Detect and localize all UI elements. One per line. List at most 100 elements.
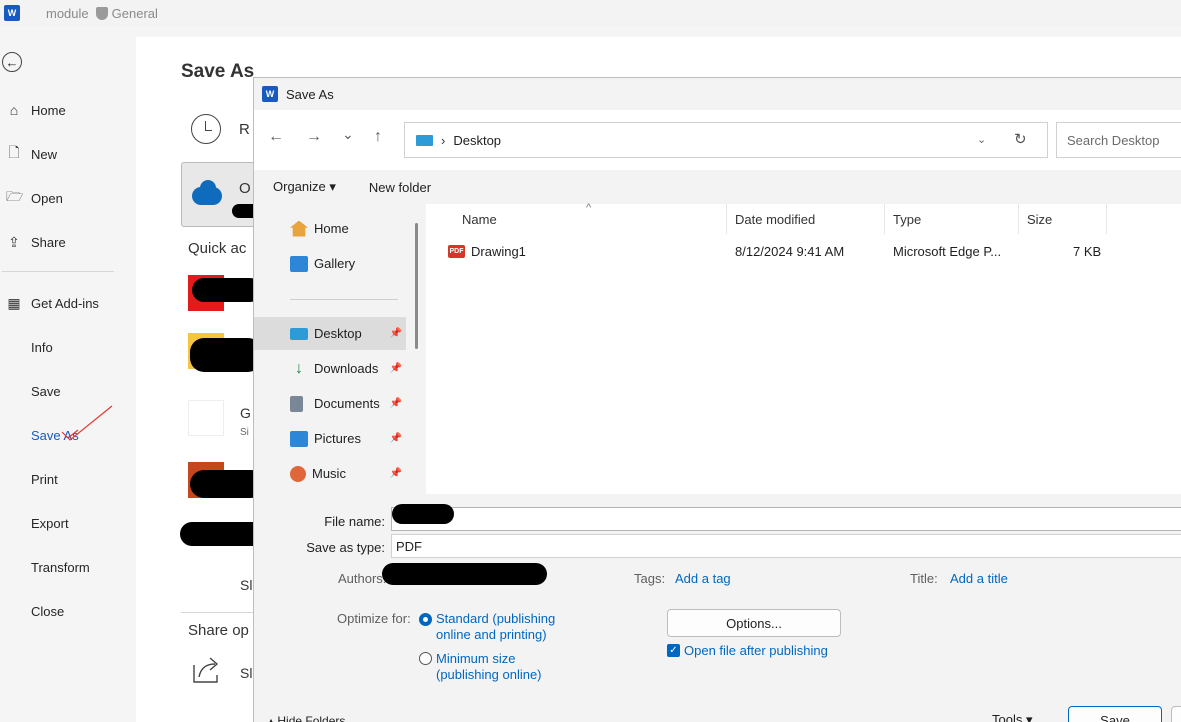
red-annotation-mark xyxy=(61,405,113,441)
nav-pane-item-downloads[interactable]: ↓ Downloads 📌 xyxy=(254,352,406,385)
back-arrow-icon[interactable]: ← xyxy=(268,128,284,146)
column-header-date-modified[interactable]: Date modified xyxy=(735,212,815,227)
nav-pane-item-desktop[interactable]: Desktop 📌 xyxy=(254,317,406,350)
pin-icon[interactable]: 📌 xyxy=(390,398,402,409)
file-list: ^ Name Date modified Type Size PDF Drawi… xyxy=(426,202,1181,494)
radio-minimum-size-label[interactable]: Minimum size (publishing online) xyxy=(436,651,566,683)
nav-item-home[interactable]: ⌂ Home xyxy=(0,96,136,124)
nav-pane-item-home[interactable]: Home xyxy=(254,212,406,245)
open-after-publishing-label[interactable]: Open file after publishing xyxy=(684,643,828,658)
save-button[interactable]: Save xyxy=(1068,706,1162,722)
nav-item-info[interactable]: Info xyxy=(0,333,136,361)
quick-access-item-3-label: G xyxy=(240,405,251,421)
nav-label: Info xyxy=(31,339,53,355)
nav-item-new[interactable]: 🗋 New xyxy=(0,140,136,168)
nav-label: Share xyxy=(31,234,66,250)
column-divider[interactable] xyxy=(884,204,885,234)
share-arrow-icon[interactable] xyxy=(191,655,221,685)
nav-item-print[interactable]: Print xyxy=(0,465,136,493)
tools-menu[interactable]: Tools ▾ xyxy=(992,712,1033,722)
nav-pane-scrollbar[interactable] xyxy=(415,223,418,349)
nav-label: Transform xyxy=(31,559,90,575)
radio-minimum-size[interactable] xyxy=(419,652,432,665)
nav-item-close[interactable]: Close xyxy=(0,597,136,625)
search-input[interactable]: Search Desktop xyxy=(1056,122,1181,158)
pin-icon[interactable]: 📌 xyxy=(390,468,402,479)
back-arrow-icon[interactable]: ← xyxy=(2,52,22,72)
nav-pane-item-gallery[interactable]: Gallery xyxy=(254,247,406,280)
quick-access-more-label[interactable]: Sl xyxy=(240,577,252,593)
word-logo-icon: W xyxy=(262,86,278,102)
recent-clock-icon[interactable] xyxy=(191,114,221,144)
onedrive-cloud-icon xyxy=(192,180,222,205)
file-name-input[interactable] xyxy=(391,507,1181,531)
nav-pane-item-music[interactable]: Music 📌 xyxy=(254,457,406,490)
quick-access-heading: Quick ac xyxy=(188,240,247,257)
nav-item-open[interactable]: 🗁 Open xyxy=(0,184,136,212)
radio-standard[interactable] xyxy=(419,613,432,626)
breadcrumb-desktop[interactable]: Desktop xyxy=(453,133,501,148)
pdf-icon: PDF xyxy=(448,245,465,258)
column-header-size[interactable]: Size xyxy=(1027,212,1052,227)
redaction-mark xyxy=(190,338,262,372)
redaction-mark xyxy=(192,278,262,302)
sort-caret-icon: ^ xyxy=(586,202,592,214)
up-arrow-icon[interactable]: ↑ xyxy=(374,128,382,146)
nav-item-share[interactable]: ⇪ Share xyxy=(0,228,136,256)
add-title-link[interactable]: Add a title xyxy=(950,571,1008,586)
pictures-icon xyxy=(290,430,308,447)
gallery-icon xyxy=(290,255,308,272)
recent-locations-chevron-icon[interactable]: ⌄ xyxy=(342,126,354,143)
add-tag-link[interactable]: Add a tag xyxy=(675,571,731,586)
nav-pane-label: Downloads xyxy=(314,361,379,376)
nav-item-transform[interactable]: Transform xyxy=(0,553,136,581)
hide-folders-button[interactable]: ▴ Hide Folders xyxy=(268,714,345,722)
address-bar[interactable]: › Desktop ⌄ xyxy=(404,122,1048,158)
optimize-for-label: Optimize for: xyxy=(337,611,411,626)
forward-arrow-icon[interactable]: → xyxy=(306,128,322,146)
share-label[interactable]: Sl xyxy=(240,665,252,681)
nav-pane-item-documents[interactable]: Documents 📌 xyxy=(254,387,406,420)
column-divider[interactable] xyxy=(1018,204,1019,234)
open-after-publishing-checkbox[interactable]: ✓ xyxy=(667,644,680,657)
organize-menu[interactable]: Organize ▾ xyxy=(273,179,336,195)
column-divider[interactable] xyxy=(1106,204,1107,234)
page-title: Save As xyxy=(181,61,255,82)
music-icon xyxy=(290,465,306,482)
redaction-mark xyxy=(382,563,547,585)
new-folder-button[interactable]: New folder xyxy=(369,180,431,195)
recent-label[interactable]: R xyxy=(239,121,250,138)
nav-item-save[interactable]: Save xyxy=(0,377,136,405)
nav-label: New xyxy=(31,146,58,162)
save-as-type-select[interactable]: PDF xyxy=(391,534,1181,558)
column-header-type[interactable]: Type xyxy=(893,212,921,227)
column-header-name[interactable]: Name xyxy=(462,212,497,227)
nav-label: Save xyxy=(31,383,61,399)
nav-label: Home xyxy=(31,102,66,118)
dialog-title: Save As xyxy=(286,86,334,102)
onedrive-label: O xyxy=(239,180,251,197)
open-folder-icon: 🗁 xyxy=(6,188,24,204)
nav-item-get-add-ins[interactable]: ▦ Get Add-ins xyxy=(0,289,136,317)
radio-standard-label[interactable]: Standard (publishing online and printing… xyxy=(436,611,576,643)
pin-icon[interactable]: 📌 xyxy=(390,433,402,444)
desktop-folder-icon xyxy=(290,327,308,340)
breadcrumb-separator: › xyxy=(441,132,446,148)
address-dropdown-chevron-icon[interactable]: ⌄ xyxy=(977,133,986,146)
file-row[interactable]: PDF Drawing1 8/12/2024 9:41 AM Microsoft… xyxy=(426,242,1181,264)
nav-pane-item-pictures[interactable]: Pictures 📌 xyxy=(254,422,406,455)
nav-label: Export xyxy=(31,515,69,531)
sensitivity-label[interactable]: General xyxy=(112,6,158,21)
column-divider[interactable] xyxy=(726,204,727,234)
file-type: Microsoft Edge P... xyxy=(893,244,1002,259)
nav-pane-label: Music xyxy=(312,466,346,481)
pin-icon[interactable]: 📌 xyxy=(390,328,402,339)
hide-folders-label: Hide Folders xyxy=(277,714,346,722)
cancel-button[interactable] xyxy=(1171,706,1181,722)
quick-access-item-3[interactable] xyxy=(188,400,224,436)
nav-item-export[interactable]: Export xyxy=(0,509,136,537)
add-ins-icon: ▦ xyxy=(7,294,21,311)
pin-icon[interactable]: 📌 xyxy=(390,363,402,374)
refresh-icon[interactable]: ↻ xyxy=(1014,130,1027,148)
options-button[interactable]: Options... xyxy=(667,609,841,637)
